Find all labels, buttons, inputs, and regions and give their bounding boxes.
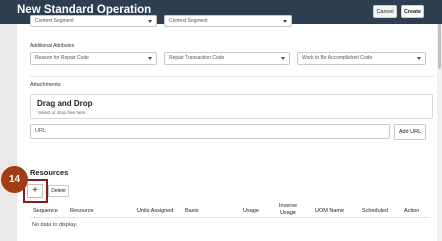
column-header-resource[interactable]: Resource xyxy=(70,208,94,214)
drop-zone-hint: Select or drop files here. xyxy=(38,110,87,115)
column-header-inverse-usage[interactable]: Inverse Usage xyxy=(279,203,297,216)
chevron-down-icon xyxy=(148,20,152,23)
create-button[interactable]: Create xyxy=(401,5,424,18)
no-data-message: No data to display. xyxy=(32,222,78,228)
cancel-button[interactable]: Cancel xyxy=(373,5,397,18)
drop-zone[interactable]: Drag and Drop Select or drop files here. xyxy=(30,94,433,119)
inverse-usage-line-2: Usage xyxy=(280,209,296,216)
repair-transaction-placeholder: Repair Transaction Code xyxy=(169,55,225,61)
reason-for-repair-placeholder: Reason for Repair Code xyxy=(35,55,89,61)
column-header-sequence[interactable]: Sequence xyxy=(33,208,58,214)
delete-button[interactable]: Delete xyxy=(48,185,69,197)
resources-title: Resources xyxy=(30,168,69,177)
context-segment-select-1[interactable]: Context Segment xyxy=(30,15,157,27)
chevron-down-icon xyxy=(281,57,285,60)
url-placeholder: URL xyxy=(35,128,47,134)
chevron-down-icon xyxy=(283,20,287,23)
repair-transaction-select[interactable]: Repair Transaction Code xyxy=(164,52,290,65)
url-input[interactable]: URL xyxy=(30,124,390,139)
column-header-uom-name[interactable]: UOM Name xyxy=(315,208,344,214)
column-header-scheduled[interactable]: Scheduled xyxy=(362,208,388,214)
reason-for-repair-select[interactable]: Reason for Repair Code xyxy=(30,52,157,65)
column-header-units-assigned[interactable]: Units Assigned xyxy=(137,208,173,214)
context-segment-select-2[interactable]: Context Segment xyxy=(164,15,292,27)
add-url-button[interactable]: Add URL xyxy=(394,124,426,140)
section-divider xyxy=(30,76,434,77)
column-header-basis[interactable]: Basis xyxy=(185,208,198,214)
drop-zone-title: Drag and Drop xyxy=(37,99,93,108)
attachments-title: Attachments xyxy=(30,82,61,88)
chevron-down-icon xyxy=(417,57,421,60)
context-segment-value-1: Context Segment xyxy=(35,18,74,24)
column-header-usage[interactable]: Usage xyxy=(243,208,259,214)
inverse-usage-line-1: Inverse xyxy=(279,203,298,209)
scrollbar-thumb[interactable] xyxy=(438,24,441,69)
additional-attributes-label: Additional Attributes xyxy=(30,43,75,49)
column-header-action[interactable]: Action xyxy=(404,208,419,214)
chevron-down-icon xyxy=(148,57,152,60)
work-to-be-accomplished-select[interactable]: Work to Be Accomplished Code xyxy=(297,52,426,65)
work-to-be-accomplished-placeholder: Work to Be Accomplished Code xyxy=(302,55,373,61)
table-header-divider xyxy=(30,217,430,218)
step-badge: 14 xyxy=(1,166,28,193)
context-segment-value-2: Context Segment xyxy=(169,18,208,24)
